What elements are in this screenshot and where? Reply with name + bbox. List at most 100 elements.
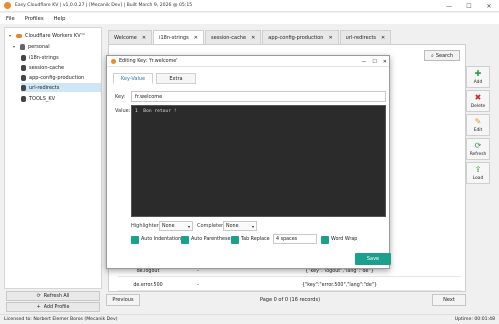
add-button[interactable]: ✚ Add	[466, 66, 490, 88]
checkbox-checked-icon	[321, 235, 329, 244]
close-icon[interactable]: ✕	[383, 59, 387, 65]
close-icon[interactable]: ✕	[479, 0, 499, 12]
key-label: Key:	[115, 94, 126, 100]
page-info: Page 0 of 0 (16 records)	[259, 297, 321, 303]
tab-key-value[interactable]: Key-Value	[113, 73, 153, 84]
table-row[interactable]: de.error.500 - {"key":"error.500","lang"…	[118, 280, 461, 291]
tab-label: i18n-strings	[159, 34, 189, 41]
refresh-button[interactable]: ⟳ Refresh	[466, 138, 490, 160]
tab-session-cache[interactable]: session-cache ✕	[204, 30, 262, 44]
previous-button[interactable]: Previous	[106, 294, 140, 306]
chevron-down-icon: ▾	[187, 223, 190, 229]
auto-indent-label: Auto Indentation	[141, 237, 182, 242]
edit-button[interactable]: ✎ Edit	[466, 114, 490, 136]
database-icon	[21, 95, 26, 102]
row-key: de.logout	[136, 268, 160, 274]
tab-bar: Welcome ✕ i18n-strings ✕ session-cache ✕ ap…	[108, 30, 496, 44]
editor-line: 1 Bon retour !	[135, 109, 177, 114]
close-icon[interactable]: ✕	[142, 35, 146, 41]
edit-icon: ✎	[474, 116, 482, 126]
tab-label: Welcome	[114, 34, 137, 41]
window-title: Easy Cloudflare KV | v1.0.0.27 | [Mecani…	[15, 3, 193, 8]
license-text: Licensed to: Norbert Elemer Boros (Mecan…	[4, 317, 118, 322]
tree-namespace[interactable]: app-config-production	[21, 73, 97, 82]
tab-welcome[interactable]: Welcome ✕	[108, 30, 153, 44]
save-button[interactable]: Save	[355, 253, 391, 265]
tree-namespace[interactable]: TOOLS_KV	[21, 94, 97, 103]
minimize-icon[interactable]: —	[439, 0, 459, 12]
refresh-all-button[interactable]: ⟳ Refresh All	[6, 291, 100, 301]
add-label: Add	[473, 79, 483, 85]
namespace-label: i18n-strings	[29, 54, 59, 61]
refresh-icon: ⟳	[474, 140, 482, 150]
menu-profiles[interactable]: Profiles	[25, 16, 44, 22]
cloud-icon	[16, 33, 22, 38]
load-icon: ⇪	[474, 164, 482, 174]
row-key: de.error.500	[133, 282, 163, 288]
completer-select[interactable]: None ▾	[223, 221, 257, 231]
namespace-label: url-redirects	[29, 84, 60, 91]
dialog-title: Editing Key: 'fr.welcome'	[119, 58, 178, 64]
tree-root-label: Cloudflare Workers KV™	[25, 32, 86, 39]
chevron-down-icon: ▾	[9, 33, 12, 38]
tab-label: session-cache	[210, 34, 247, 41]
dialog-window-controls: — ☐ ✕	[361, 56, 387, 67]
checkbox-checked-icon	[181, 235, 189, 244]
tab-app-config-production[interactable]: app-config-production ✕	[262, 30, 339, 44]
value-editor[interactable]: 1 Bon retour !	[131, 105, 386, 217]
maximize-icon[interactable]: ☐	[372, 59, 376, 65]
menu-file[interactable]: File	[6, 16, 15, 22]
close-icon[interactable]: ✕	[251, 35, 255, 41]
highlighter-select[interactable]: None ▾	[159, 221, 193, 231]
menu-help[interactable]: Help	[54, 16, 66, 22]
spaces-value: 4 spaces	[276, 236, 298, 242]
tab-replace-label: Tab Replace	[241, 237, 270, 242]
menu-bar: File Profiles Help	[0, 13, 499, 24]
delete-button[interactable]: ✖ Delete	[466, 90, 490, 112]
app-logo-icon	[4, 2, 11, 9]
row-flag: -	[197, 268, 199, 274]
auto-indentation-checkbox[interactable]: Auto Indentation	[131, 235, 181, 244]
uptime-text: Uptime: 00:01:48	[454, 317, 495, 322]
maximize-icon[interactable]: ☐	[459, 0, 479, 12]
load-button[interactable]: ⇪ Load	[466, 162, 490, 184]
search-button[interactable]: ⌕ Search	[424, 50, 460, 61]
title-bar: Easy Cloudflare KV | v1.0.0.27 | [Mecani…	[0, 0, 499, 12]
tree-namespace[interactable]: i18n-strings	[21, 53, 97, 62]
spaces-spinbox[interactable]: 4 spaces	[273, 234, 317, 244]
tree-profile[interactable]: ▾ personal	[13, 42, 50, 51]
checkbox-checked-icon	[231, 235, 239, 244]
tab-extra[interactable]: Extra	[156, 73, 196, 84]
highlighter-label: Highlighter	[131, 223, 159, 229]
tree-root[interactable]: ▾ Cloudflare Workers KV™	[9, 31, 86, 40]
database-icon	[21, 54, 26, 61]
namespace-label: TOOLS_KV	[29, 95, 56, 102]
close-icon[interactable]: ✕	[194, 35, 198, 41]
next-button[interactable]: Next	[432, 294, 466, 306]
auto-paren-label: Auto Parentheses	[191, 237, 233, 242]
plus-icon: +	[36, 304, 41, 310]
edit-label: Edit	[473, 127, 483, 133]
plus-icon: ✚	[474, 68, 482, 78]
close-icon[interactable]: ✕	[381, 35, 385, 41]
auto-parentheses-checkbox[interactable]: Auto Parentheses	[181, 235, 233, 244]
user-icon	[20, 43, 25, 50]
tab-url-redirects[interactable]: url-redirects ✕	[339, 30, 392, 44]
chevron-down-icon: ▾	[251, 223, 254, 229]
close-icon[interactable]: ✕	[328, 35, 332, 41]
tree-namespace[interactable]: session-cache	[21, 63, 97, 72]
chevron-down-icon: ▾	[13, 44, 16, 49]
add-profile-button[interactable]: + Add Profile	[6, 302, 100, 312]
tree-namespace-selected[interactable]: url-redirects	[21, 83, 101, 92]
delete-label: Delete	[470, 103, 486, 109]
completer-label: Completer	[197, 223, 224, 229]
word-wrap-checkbox[interactable]: Word Wrap	[321, 235, 357, 244]
highlighter-value: None	[162, 223, 175, 229]
refresh-all-label: Refresh All	[43, 293, 70, 299]
database-icon	[21, 84, 26, 91]
key-input[interactable]: fr.welcome	[131, 91, 386, 102]
word-wrap-label: Word Wrap	[331, 237, 358, 242]
minimize-icon[interactable]: —	[361, 59, 366, 65]
tab-replace-checkbox[interactable]: Tab Replace	[231, 235, 270, 244]
tab-i18n-strings[interactable]: i18n-strings ✕	[153, 30, 204, 44]
